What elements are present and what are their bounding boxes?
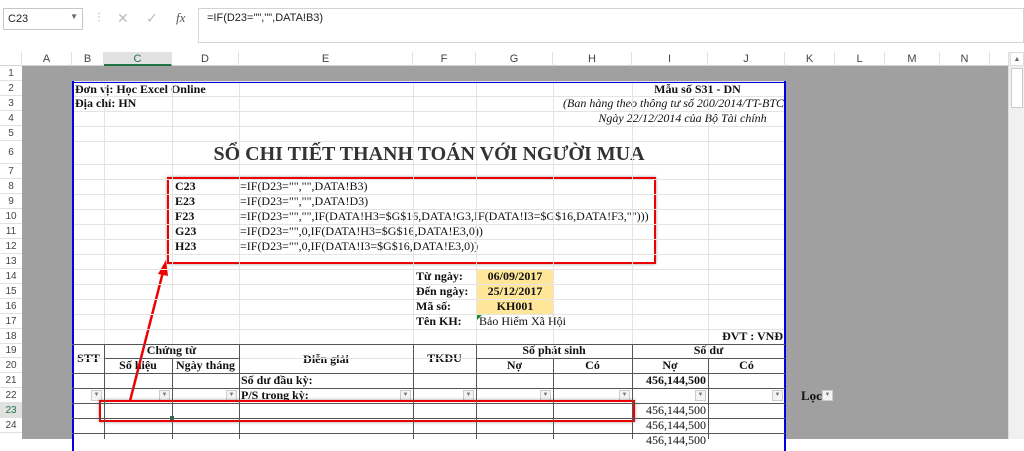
row-header-2[interactable]: 2 (0, 81, 22, 96)
table-border (72, 418, 785, 419)
row-header-23[interactable]: 23 (0, 403, 22, 418)
row-header-9[interactable]: 9 (0, 194, 22, 209)
row-header-24[interactable]: 24 (0, 418, 22, 433)
row-header-1[interactable]: 1 (0, 66, 22, 81)
row-header-8[interactable]: 8 (0, 179, 22, 194)
row-header-3[interactable]: 3 (0, 96, 22, 111)
row-header-20[interactable]: 20 (0, 358, 22, 373)
row-header-17[interactable]: 17 (0, 314, 22, 329)
gridline (74, 141, 784, 142)
row-header-22[interactable]: 22 (0, 388, 22, 403)
gridline (74, 314, 784, 315)
gridline (74, 96, 784, 97)
row-header-21[interactable]: 21 (0, 373, 22, 388)
table-border (476, 344, 477, 439)
table-border (72, 344, 785, 345)
gridline (74, 299, 784, 300)
row-header-4[interactable]: 4 (0, 111, 22, 126)
table-border (476, 358, 785, 359)
gridline (74, 81, 784, 82)
row-header-18[interactable]: 18 (0, 329, 22, 344)
table-border (708, 358, 709, 439)
row-header-7[interactable]: 7 (0, 164, 22, 179)
scrollbar-thumb[interactable] (1011, 68, 1023, 108)
row-header-11[interactable]: 11 (0, 224, 22, 239)
table-border (72, 403, 785, 404)
table-border (72, 373, 785, 374)
gridline (74, 254, 784, 255)
gridline (74, 126, 784, 127)
row-header-10[interactable]: 10 (0, 209, 22, 224)
gridline (74, 111, 784, 112)
gridline (74, 284, 784, 285)
table-border (553, 358, 554, 439)
row-header-14[interactable]: 14 (0, 269, 22, 284)
row-header-12[interactable]: 12 (0, 239, 22, 254)
gridline (74, 209, 784, 210)
vertical-scrollbar[interactable]: ▲ (1008, 52, 1024, 439)
table-border (72, 388, 785, 389)
gridline (74, 194, 784, 195)
gridline (74, 179, 784, 180)
scroll-up-icon[interactable]: ▲ (1010, 52, 1024, 66)
row-header-15[interactable]: 15 (0, 284, 22, 299)
row-header-16[interactable]: 16 (0, 299, 22, 314)
table-border (413, 344, 414, 439)
table-border (104, 344, 105, 439)
arrow-line (128, 271, 165, 402)
table-border (239, 344, 240, 439)
table-border (632, 344, 633, 439)
gridline (74, 269, 784, 270)
table-border (172, 358, 173, 439)
table-border (72, 433, 785, 434)
gridline (74, 224, 784, 225)
gridline (74, 239, 784, 240)
row-header-19[interactable]: 19 (0, 344, 22, 358)
row-header-13[interactable]: 13 (0, 254, 22, 269)
row-header-5[interactable]: 5 (0, 126, 22, 141)
arrow-head-icon (158, 260, 168, 276)
gridline (74, 164, 784, 165)
row-header-6[interactable]: 6 (0, 141, 22, 164)
gridline (74, 329, 784, 330)
